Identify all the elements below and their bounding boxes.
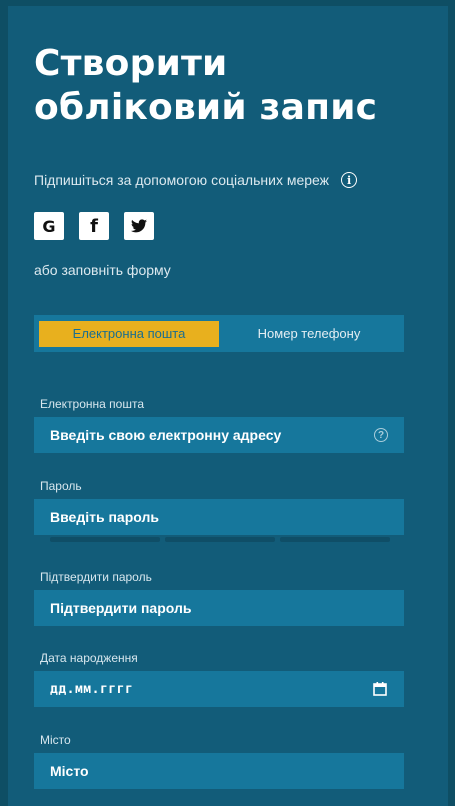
email-label: Електронна пошта (40, 397, 145, 411)
city-field[interactable]: Місто (34, 753, 404, 789)
social-buttons: G f (34, 212, 154, 240)
tab-email[interactable]: Електронна пошта (39, 320, 219, 347)
birthdate-label: Дата народження (40, 651, 138, 665)
tab-phone[interactable]: Номер телефону (219, 321, 399, 347)
title-line-1: Створити (34, 43, 228, 84)
strength-segment (280, 537, 390, 542)
password-label: Пароль (40, 479, 82, 493)
confirm-password-label: Підтвердити пароль (40, 570, 152, 584)
email-field[interactable]: Введіть свою електронну адресу ? (34, 417, 404, 453)
password-field[interactable]: Введіть пароль (34, 499, 404, 535)
google-icon: G (42, 216, 56, 236)
help-icon[interactable]: ? (374, 428, 388, 442)
strength-segment (50, 537, 160, 542)
page-title: Створити обліковий запис (34, 42, 414, 130)
social-subtitle: Підпишіться за допомогою соціальних мере… (34, 172, 358, 188)
city-label: Місто (40, 733, 71, 747)
city-placeholder: Місто (50, 763, 89, 779)
facebook-icon: f (90, 215, 98, 237)
password-strength-meter (50, 537, 390, 542)
email-placeholder: Введіть свою електронну адресу (50, 427, 282, 443)
password-placeholder: Введіть пароль (50, 509, 159, 525)
birthdate-field[interactable]: дд.мм.гггг (34, 671, 404, 707)
title-line-2: обліковий запис (34, 87, 378, 128)
strength-segment (165, 537, 275, 542)
info-icon[interactable]: i (341, 172, 358, 188)
calendar-icon[interactable] (372, 681, 388, 697)
twitter-button[interactable] (124, 212, 154, 240)
twitter-icon (131, 219, 147, 233)
birthdate-placeholder: дд.мм.гггг (50, 681, 134, 697)
google-button[interactable]: G (34, 212, 64, 240)
or-fill-form-text: або заповніть форму (34, 262, 171, 278)
social-subtitle-text: Підпишіться за допомогою соціальних мере… (34, 172, 330, 188)
facebook-button[interactable]: f (79, 212, 109, 240)
confirm-password-placeholder: Підтвердити пароль (50, 600, 192, 616)
signup-method-tabs: Електронна пошта Номер телефону (34, 315, 404, 352)
confirm-password-field[interactable]: Підтвердити пароль (34, 590, 404, 626)
